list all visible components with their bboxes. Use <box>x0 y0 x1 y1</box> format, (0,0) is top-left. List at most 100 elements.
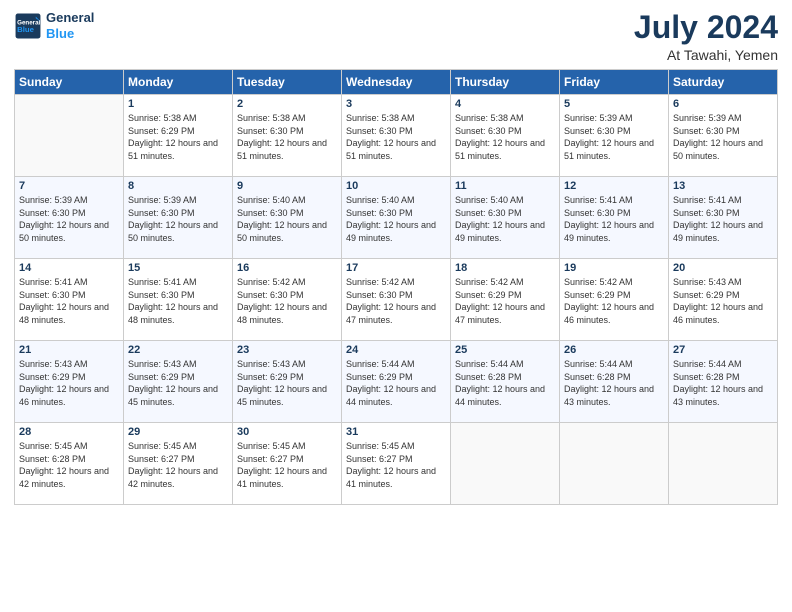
day-number: 17 <box>346 262 446 274</box>
calendar-cell: 23 Sunrise: 5:43 AMSunset: 6:29 PMDayligh… <box>233 341 342 423</box>
day-number: 12 <box>564 180 664 192</box>
day-info: Sunrise: 5:41 AMSunset: 6:30 PMDaylight:… <box>564 194 664 244</box>
day-number: 25 <box>455 344 555 356</box>
logo-icon: General Blue <box>14 12 42 40</box>
weekday-header: Saturday <box>669 70 778 95</box>
day-number: 26 <box>564 344 664 356</box>
calendar-cell: 17 Sunrise: 5:42 AMSunset: 6:30 PMDayligh… <box>342 259 451 341</box>
calendar-cell: 2 Sunrise: 5:38 AMSunset: 6:30 PMDaylight… <box>233 95 342 177</box>
calendar-cell: 8Sunrise: 5:39 AMSunset: 6:30 PMDaylight… <box>124 177 233 259</box>
calendar-cell: 14 Sunrise: 5:41 AMSunset: 6:30 PMDayligh… <box>15 259 124 341</box>
day-info: Sunrise: 5:42 AMSunset: 6:30 PMDaylight:… <box>237 276 337 326</box>
day-info: Sunrise: 5:40 AMSunset: 6:30 PMDaylight:… <box>237 194 337 244</box>
calendar-cell <box>560 423 669 505</box>
calendar-cell: 15 Sunrise: 5:41 AMSunset: 6:30 PMDayligh… <box>124 259 233 341</box>
day-number: 20 <box>673 262 773 274</box>
day-info: Sunrise: 5:44 AMSunset: 6:28 PMDaylight:… <box>455 358 555 408</box>
calendar-table: SundayMondayTuesdayWednesdayThursdayFrid… <box>14 69 778 505</box>
logo-text: General Blue <box>46 10 94 41</box>
calendar-week-row: 7 Sunrise: 5:39 AMSunset: 6:30 PMDaylight… <box>15 177 778 259</box>
day-info: Sunrise: 5:39 AMSunset: 6:30 PMDaylight:… <box>673 112 773 162</box>
day-number: 8 <box>128 180 228 192</box>
day-number: 9 <box>237 180 337 192</box>
day-info: Sunrise: 5:45 AMSunset: 6:27 PMDaylight:… <box>237 440 337 490</box>
day-number: 2 <box>237 98 337 110</box>
day-info: Sunrise: 5:40 AMSunset: 6:30 PMDaylight:… <box>455 194 555 244</box>
day-number: 22 <box>128 344 228 356</box>
calendar-cell: 20 Sunrise: 5:43 AMSunset: 6:29 PMDayligh… <box>669 259 778 341</box>
day-number: 14 <box>19 262 119 274</box>
logo: General Blue General Blue <box>14 10 94 41</box>
day-info: Sunrise: 5:39 AMSunset: 6:30 PMDaylight:… <box>19 194 119 244</box>
day-number: 23 <box>237 344 337 356</box>
calendar-cell: 27 Sunrise: 5:44 AMSunset: 6:28 PMDayligh… <box>669 341 778 423</box>
day-info: Sunrise: 5:39 AMSunset: 6:30 PMDaylight:… <box>564 112 664 162</box>
day-info: Sunrise: 5:41 AMSunset: 6:30 PMDaylight:… <box>19 276 119 326</box>
day-info: Sunrise: 5:44 AMSunset: 6:28 PMDaylight:… <box>673 358 773 408</box>
day-info: Sunrise: 5:42 AMSunset: 6:29 PMDaylight:… <box>455 276 555 326</box>
calendar-week-row: 28Sunrise: 5:45 AMSunset: 6:28 PMDayligh… <box>15 423 778 505</box>
day-info: Sunrise: 5:43 AMSunset: 6:29 PMDaylight:… <box>128 358 228 408</box>
day-number: 28 <box>19 426 119 438</box>
calendar-cell: 31Sunrise: 5:45 AMSunset: 6:27 PMDayligh… <box>342 423 451 505</box>
day-info: Sunrise: 5:38 AMSunset: 6:30 PMDaylight:… <box>237 112 337 162</box>
calendar-cell: 28Sunrise: 5:45 AMSunset: 6:28 PMDayligh… <box>15 423 124 505</box>
calendar-cell: 30 Sunrise: 5:45 AMSunset: 6:27 PMDayligh… <box>233 423 342 505</box>
day-info: Sunrise: 5:45 AMSunset: 6:27 PMDaylight:… <box>346 440 446 490</box>
day-info: Sunrise: 5:41 AMSunset: 6:30 PMDaylight:… <box>128 276 228 326</box>
day-number: 29 <box>128 426 228 438</box>
day-number: 3 <box>346 98 446 110</box>
calendar-week-row: 1 Sunrise: 5:38 AMSunset: 6:29 PMDaylight… <box>15 95 778 177</box>
calendar-cell: 13Sunrise: 5:41 AMSunset: 6:30 PMDayligh… <box>669 177 778 259</box>
day-number: 1 <box>128 98 228 110</box>
calendar-week-row: 14 Sunrise: 5:41 AMSunset: 6:30 PMDayligh… <box>15 259 778 341</box>
day-info: Sunrise: 5:38 AMSunset: 6:30 PMDaylight:… <box>346 112 446 162</box>
calendar-cell: 6 Sunrise: 5:39 AMSunset: 6:30 PMDaylight… <box>669 95 778 177</box>
header: General Blue General Blue July 2024 At T… <box>14 10 778 63</box>
subtitle: At Tawahi, Yemen <box>634 47 778 63</box>
calendar-header-row: SundayMondayTuesdayWednesdayThursdayFrid… <box>15 70 778 95</box>
day-number: 30 <box>237 426 337 438</box>
day-info: Sunrise: 5:42 AMSunset: 6:29 PMDaylight:… <box>564 276 664 326</box>
calendar-cell: 11 Sunrise: 5:40 AMSunset: 6:30 PMDayligh… <box>451 177 560 259</box>
main-container: General Blue General Blue July 2024 At T… <box>0 0 792 612</box>
day-number: 4 <box>455 98 555 110</box>
calendar-cell: 18 Sunrise: 5:42 AMSunset: 6:29 PMDayligh… <box>451 259 560 341</box>
day-number: 24 <box>346 344 446 356</box>
weekday-header: Friday <box>560 70 669 95</box>
calendar-cell: 16Sunrise: 5:42 AMSunset: 6:30 PMDayligh… <box>233 259 342 341</box>
calendar-cell: 22 Sunrise: 5:43 AMSunset: 6:29 PMDayligh… <box>124 341 233 423</box>
day-info: Sunrise: 5:43 AMSunset: 6:29 PMDaylight:… <box>19 358 119 408</box>
calendar-cell: 29 Sunrise: 5:45 AMSunset: 6:27 PMDayligh… <box>124 423 233 505</box>
day-number: 6 <box>673 98 773 110</box>
calendar-cell <box>669 423 778 505</box>
day-number: 5 <box>564 98 664 110</box>
calendar-cell: 26 Sunrise: 5:44 AMSunset: 6:28 PMDayligh… <box>560 341 669 423</box>
day-info: Sunrise: 5:38 AMSunset: 6:30 PMDaylight:… <box>455 112 555 162</box>
day-number: 18 <box>455 262 555 274</box>
calendar-cell: 12 Sunrise: 5:41 AMSunset: 6:30 PMDayligh… <box>560 177 669 259</box>
day-info: Sunrise: 5:43 AMSunset: 6:29 PMDaylight:… <box>237 358 337 408</box>
day-info: Sunrise: 5:44 AMSunset: 6:28 PMDaylight:… <box>564 358 664 408</box>
calendar-cell <box>451 423 560 505</box>
day-info: Sunrise: 5:44 AMSunset: 6:29 PMDaylight:… <box>346 358 446 408</box>
weekday-header: Tuesday <box>233 70 342 95</box>
calendar-cell: 10Sunrise: 5:40 AMSunset: 6:30 PMDayligh… <box>342 177 451 259</box>
calendar-cell: 5 Sunrise: 5:39 AMSunset: 6:30 PMDaylight… <box>560 95 669 177</box>
day-info: Sunrise: 5:38 AMSunset: 6:29 PMDaylight:… <box>128 112 228 162</box>
calendar-cell: 4 Sunrise: 5:38 AMSunset: 6:30 PMDaylight… <box>451 95 560 177</box>
day-number: 11 <box>455 180 555 192</box>
calendar-cell: 7 Sunrise: 5:39 AMSunset: 6:30 PMDaylight… <box>15 177 124 259</box>
day-info: Sunrise: 5:41 AMSunset: 6:30 PMDaylight:… <box>673 194 773 244</box>
day-info: Sunrise: 5:45 AMSunset: 6:27 PMDaylight:… <box>128 440 228 490</box>
day-info: Sunrise: 5:42 AMSunset: 6:30 PMDaylight:… <box>346 276 446 326</box>
calendar-cell: 9 Sunrise: 5:40 AMSunset: 6:30 PMDaylight… <box>233 177 342 259</box>
day-number: 15 <box>128 262 228 274</box>
day-number: 19 <box>564 262 664 274</box>
day-number: 27 <box>673 344 773 356</box>
day-number: 7 <box>19 180 119 192</box>
weekday-header: Monday <box>124 70 233 95</box>
calendar-cell: 21Sunrise: 5:43 AMSunset: 6:29 PMDayligh… <box>15 341 124 423</box>
day-info: Sunrise: 5:43 AMSunset: 6:29 PMDaylight:… <box>673 276 773 326</box>
calendar-cell: 19 Sunrise: 5:42 AMSunset: 6:29 PMDayligh… <box>560 259 669 341</box>
